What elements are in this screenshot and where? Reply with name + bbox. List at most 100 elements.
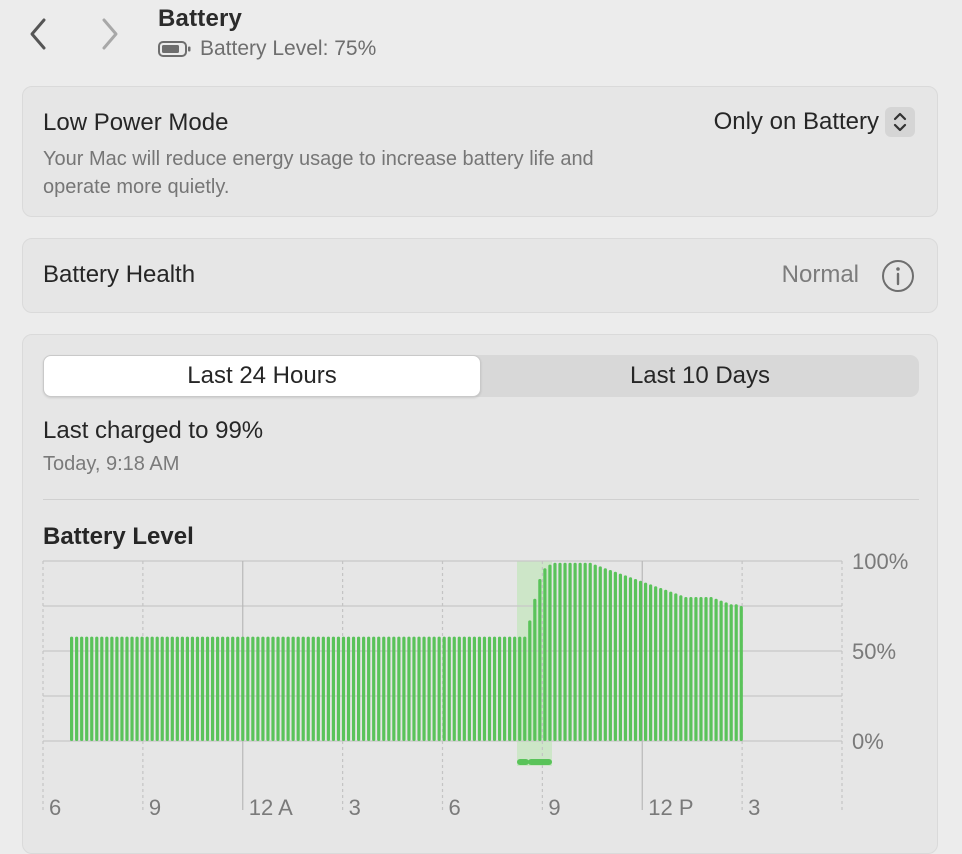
battery-level-bar bbox=[100, 636, 104, 741]
battery-level-bar bbox=[633, 579, 638, 741]
battery-level-bar bbox=[316, 636, 320, 741]
battery-level-chart: 100% 50% 0% 6 9 12 A 3 6 9 12 P 3 bbox=[42, 549, 908, 820]
battery-level-bar bbox=[296, 636, 300, 741]
battery-level-bar bbox=[372, 636, 376, 741]
battery-icon bbox=[158, 40, 192, 58]
battery-level-bar bbox=[266, 636, 270, 741]
battery-level-bar bbox=[200, 636, 205, 741]
battery-level-bar bbox=[588, 562, 592, 741]
battery-level-bar bbox=[135, 636, 139, 741]
battery-level-bar bbox=[508, 636, 512, 741]
battery-level-bar bbox=[699, 597, 703, 741]
battery-level-bar bbox=[402, 636, 406, 741]
low-power-mode-popup[interactable]: Only on Battery bbox=[714, 107, 915, 137]
battery-level-bar bbox=[70, 636, 74, 741]
info-button[interactable] bbox=[881, 259, 915, 293]
battery-level-bar bbox=[205, 636, 210, 741]
battery-level-bar bbox=[613, 571, 617, 741]
battery-level-bar bbox=[503, 636, 507, 741]
battery-level-bar bbox=[623, 575, 628, 741]
battery-level-bar bbox=[477, 636, 482, 741]
battery-level-bar bbox=[553, 562, 557, 741]
battery-level-bar bbox=[286, 636, 290, 741]
battery-level-bar bbox=[543, 568, 547, 741]
battery-level-bar bbox=[432, 636, 436, 741]
battery-level-bar bbox=[170, 636, 174, 741]
battery-level-bar bbox=[578, 562, 582, 741]
battery-level-bar bbox=[437, 636, 441, 741]
battery-level-bar bbox=[518, 636, 522, 741]
battery-level-bar bbox=[130, 636, 134, 741]
x-tick-label: 12 P bbox=[648, 795, 693, 820]
x-tick-label: 6 bbox=[449, 795, 461, 820]
battery-level-bar bbox=[447, 636, 451, 741]
battery-level-bar bbox=[523, 636, 527, 741]
battery-level-bar bbox=[558, 562, 562, 741]
battery-level-bar bbox=[593, 564, 597, 741]
battery-level-bar bbox=[714, 598, 718, 741]
battery-level-bar bbox=[120, 636, 124, 741]
battery-level-bar bbox=[638, 580, 643, 741]
x-tick-label: 3 bbox=[349, 795, 361, 820]
battery-level-bar bbox=[492, 636, 497, 741]
battery-level-bar bbox=[548, 564, 552, 741]
battery-level-bar bbox=[190, 636, 195, 741]
battery-level-bar bbox=[185, 636, 190, 741]
charging-indicator bbox=[517, 759, 529, 765]
chevron-right-icon bbox=[102, 18, 118, 50]
battery-level-bar bbox=[598, 566, 602, 741]
battery-health-label: Battery Health bbox=[43, 261, 196, 288]
battery-level-bar bbox=[165, 636, 169, 741]
chevron-left-icon bbox=[30, 18, 46, 50]
battery-level-bar bbox=[221, 636, 225, 741]
battery-level-bar bbox=[160, 636, 164, 741]
battery-level-bar bbox=[125, 636, 129, 741]
battery-level-bar bbox=[739, 606, 743, 741]
battery-level-bar bbox=[306, 636, 310, 741]
info-circle-icon bbox=[882, 260, 914, 292]
x-tick-label: 9 bbox=[149, 795, 161, 820]
battery-level-bar bbox=[467, 636, 471, 741]
battery-level-bar bbox=[362, 636, 366, 741]
battery-health-value: Normal bbox=[781, 261, 859, 288]
battery-level-bar bbox=[704, 597, 708, 741]
battery-level-bar bbox=[256, 636, 260, 741]
battery-level-bar bbox=[261, 636, 265, 741]
battery-level-bar bbox=[573, 562, 577, 741]
battery-level-bar bbox=[80, 636, 84, 741]
battery-level-bar bbox=[487, 636, 492, 741]
battery-level-bar bbox=[618, 573, 623, 741]
battery-level-bar bbox=[90, 636, 94, 741]
x-tick-label: 3 bbox=[748, 795, 760, 820]
battery-level-bar bbox=[226, 636, 230, 741]
battery-level-bar bbox=[246, 636, 250, 741]
low-power-mode-card: Low Power Mode Your Mac will reduce ener… bbox=[22, 86, 938, 217]
battery-level-text: Battery Level: 75% bbox=[200, 37, 377, 60]
battery-level-bar bbox=[513, 636, 517, 741]
battery-level-bar bbox=[664, 589, 668, 741]
battery-level-bar bbox=[251, 636, 255, 741]
battery-level-bar bbox=[462, 636, 466, 741]
battery-level-bar bbox=[356, 636, 361, 741]
battery-level-bar bbox=[236, 636, 240, 741]
battery-level-bar bbox=[694, 597, 698, 741]
battery-level-bar bbox=[603, 568, 607, 741]
battery-level-bar bbox=[241, 636, 245, 741]
battery-level-bar bbox=[407, 636, 411, 741]
battery-level-bar bbox=[689, 597, 693, 741]
battery-level-bar bbox=[674, 593, 678, 741]
page-title: Battery bbox=[158, 5, 243, 32]
battery-level-bar bbox=[659, 588, 663, 741]
battery-level-bar bbox=[679, 595, 683, 741]
back-button[interactable] bbox=[20, 14, 56, 54]
charging-indicator bbox=[528, 759, 552, 765]
battery-level-bar bbox=[387, 636, 391, 741]
battery-level-bar bbox=[442, 636, 446, 741]
x-tick-label: 9 bbox=[548, 795, 560, 820]
battery-level-bar bbox=[669, 591, 673, 741]
low-power-mode-description: Your Mac will reduce energy usage to inc… bbox=[43, 148, 594, 198]
forward-button[interactable] bbox=[92, 14, 128, 54]
title-block: Battery Battery Level: 75% bbox=[158, 5, 376, 61]
battery-level-bar bbox=[427, 636, 431, 741]
battery-level-bar bbox=[326, 636, 330, 741]
